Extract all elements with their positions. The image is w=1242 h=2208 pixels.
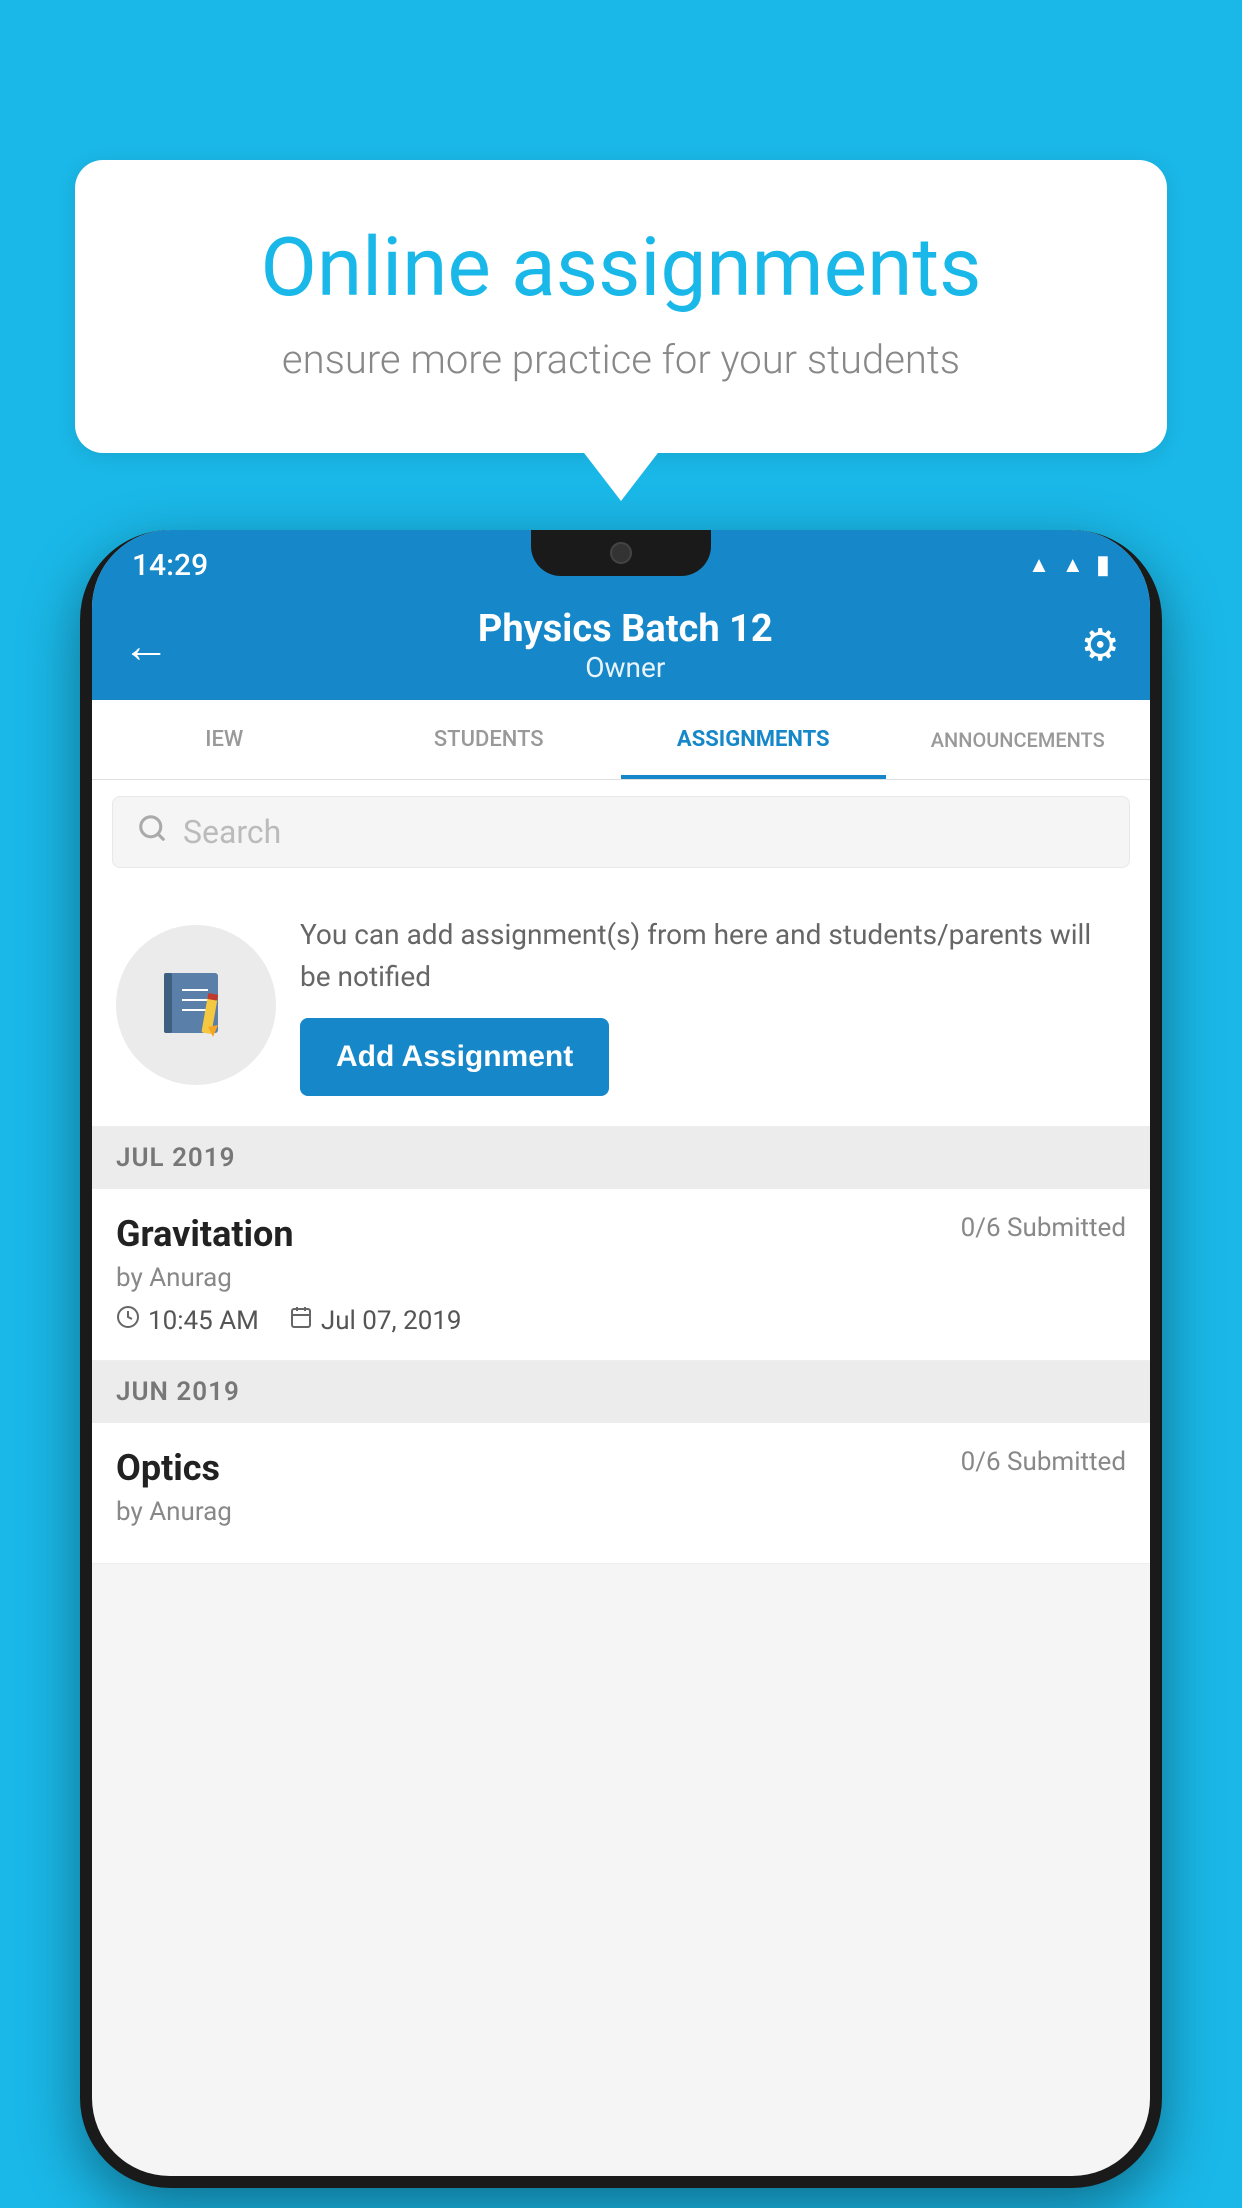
speech-bubble: Online assignments ensure more practice … bbox=[75, 160, 1167, 453]
app-bar-title-container: Physics Batch 12 Owner bbox=[170, 607, 1081, 684]
assignment-title-gravitation: Gravitation bbox=[116, 1213, 294, 1255]
bubble-subtitle: ensure more practice for your students bbox=[155, 336, 1087, 383]
tab-assignments[interactable]: ASSIGNMENTS bbox=[621, 700, 886, 779]
promo-icon-circle bbox=[116, 925, 276, 1085]
assignment-header-optics: Optics 0/6 Submitted bbox=[116, 1447, 1126, 1489]
time-value-gravitation: 10:45 AM bbox=[148, 1306, 259, 1336]
assignment-date-gravitation: Jul 07, 2019 bbox=[289, 1305, 462, 1336]
search-bar-container: Search bbox=[92, 780, 1150, 884]
speech-bubble-container: Online assignments ensure more practice … bbox=[75, 160, 1167, 453]
assignment-item-gravitation[interactable]: Gravitation 0/6 Submitted by Anurag 10:4… bbox=[92, 1189, 1150, 1361]
bubble-title: Online assignments bbox=[155, 220, 1087, 316]
tab-announcements[interactable]: ANNOUNCEMENTS bbox=[886, 700, 1151, 779]
status-time: 14:29 bbox=[132, 548, 208, 583]
assignment-by-optics: by Anurag bbox=[116, 1497, 1126, 1527]
month-separator-jun: JUN 2019 bbox=[92, 1361, 1150, 1423]
clock-icon bbox=[116, 1305, 140, 1336]
search-placeholder: Search bbox=[183, 813, 281, 851]
app-bar-subtitle: Owner bbox=[170, 651, 1081, 684]
battery-icon: ▮ bbox=[1096, 550, 1110, 580]
assignment-by-gravitation: by Anurag bbox=[116, 1263, 1126, 1293]
calendar-icon bbox=[289, 1305, 313, 1336]
tab-bar: IEW STUDENTS ASSIGNMENTS ANNOUNCEMENTS bbox=[92, 700, 1150, 780]
search-icon bbox=[137, 812, 167, 852]
assignment-header-gravitation: Gravitation 0/6 Submitted bbox=[116, 1213, 1126, 1255]
notebook-icon bbox=[156, 965, 236, 1045]
phone-notch bbox=[531, 530, 711, 576]
month-label-jun: JUN 2019 bbox=[116, 1377, 240, 1407]
promo-content: You can add assignment(s) from here and … bbox=[300, 914, 1126, 1096]
assignment-submitted-gravitation: 0/6 Submitted bbox=[961, 1213, 1126, 1243]
wifi-icon: ▲ bbox=[1028, 552, 1050, 578]
date-value-gravitation: Jul 07, 2019 bbox=[321, 1306, 462, 1336]
promo-text: You can add assignment(s) from here and … bbox=[300, 914, 1126, 998]
month-separator-jul: JUL 2019 bbox=[92, 1127, 1150, 1189]
search-bar[interactable]: Search bbox=[112, 796, 1130, 868]
tab-iew[interactable]: IEW bbox=[92, 700, 357, 779]
month-label-jul: JUL 2019 bbox=[116, 1143, 236, 1173]
assignment-submitted-optics: 0/6 Submitted bbox=[961, 1447, 1126, 1477]
promo-section: You can add assignment(s) from here and … bbox=[92, 884, 1150, 1127]
phone-frame: 14:29 ▲ ▲ ▮ ← Physics Batch 12 Owner ⚙ I… bbox=[80, 530, 1162, 2188]
phone-screen: 14:29 ▲ ▲ ▮ ← Physics Batch 12 Owner ⚙ I… bbox=[92, 530, 1150, 2176]
app-bar-title: Physics Batch 12 bbox=[170, 607, 1081, 651]
tab-students[interactable]: STUDENTS bbox=[357, 700, 622, 779]
add-assignment-button[interactable]: Add Assignment bbox=[300, 1018, 609, 1096]
screen-body: Search bbox=[92, 780, 1150, 1564]
assignment-time-gravitation: 10:45 AM bbox=[116, 1305, 259, 1336]
assignment-item-optics[interactable]: Optics 0/6 Submitted by Anurag bbox=[92, 1423, 1150, 1564]
back-button[interactable]: ← bbox=[122, 617, 170, 674]
assignment-title-optics: Optics bbox=[116, 1447, 220, 1489]
app-bar: ← Physics Batch 12 Owner ⚙ bbox=[92, 590, 1150, 700]
status-icons: ▲ ▲ ▮ bbox=[1028, 550, 1110, 580]
front-camera bbox=[610, 542, 632, 564]
signal-icon: ▲ bbox=[1062, 552, 1084, 578]
assignment-meta-gravitation: 10:45 AM Jul 07, 2019 bbox=[116, 1305, 1126, 1336]
settings-icon[interactable]: ⚙ bbox=[1081, 619, 1120, 671]
